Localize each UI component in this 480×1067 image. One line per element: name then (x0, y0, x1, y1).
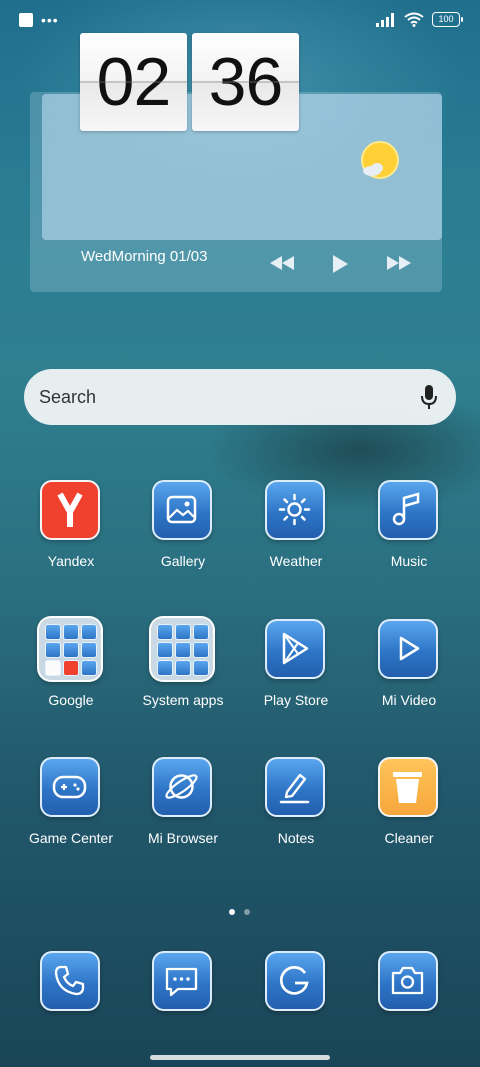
app-label-system-apps: System apps (142, 692, 224, 708)
folder-icon (37, 616, 103, 682)
phone-icon (40, 951, 100, 1011)
battery-indicator: 100 (432, 12, 463, 27)
search-placeholder: Search (39, 387, 97, 407)
home-screen: ••• 100 02 36 WedMorning 01/03 Search Ya… (0, 0, 480, 1067)
app-label-gallery: Gallery (160, 553, 206, 569)
page-dot-active[interactable] (229, 909, 235, 915)
wifi-icon (404, 12, 424, 27)
app-label-game-center: Game Center (28, 830, 114, 846)
app-label-music: Music (390, 553, 428, 569)
more-notifications-icon: ••• (41, 12, 59, 28)
app-label-play-store: Play Store (263, 692, 329, 708)
date-text: WedMorning 01/03 (81, 248, 208, 265)
video-play-icon (378, 619, 438, 679)
yandex-icon (40, 480, 100, 540)
weather-sun-icon (265, 480, 325, 540)
browser-planet-icon (152, 757, 212, 817)
pencil-icon (265, 757, 325, 817)
clock-minute: 36 (192, 33, 299, 131)
clock-hour: 02 (80, 33, 187, 131)
folder-icon (149, 616, 215, 682)
trash-icon (378, 757, 438, 817)
music-note-icon (378, 480, 438, 540)
play-icon[interactable] (330, 254, 350, 274)
app-label-weather: Weather (269, 553, 323, 569)
play-store-icon (265, 619, 325, 679)
home-gesture-bar[interactable] (150, 1055, 330, 1060)
app-label-notes: Notes (277, 830, 315, 846)
app-label-google: Google (48, 692, 94, 708)
sun-cloud-icon[interactable] (359, 140, 399, 180)
search-bar[interactable]: Search (24, 369, 456, 425)
google-g-icon (265, 951, 325, 1011)
app-label-mi-video: Mi Video (381, 692, 437, 708)
notification-icon (19, 13, 33, 27)
app-label-cleaner: Cleaner (384, 830, 434, 846)
camera-icon (378, 951, 438, 1011)
previous-icon[interactable] (268, 254, 296, 272)
gallery-icon (152, 480, 212, 540)
app-label-mi-browser: Mi Browser (147, 830, 218, 846)
gamepad-icon (40, 757, 100, 817)
microphone-icon[interactable] (420, 384, 438, 410)
page-dot[interactable] (244, 909, 250, 915)
signal-icon (376, 12, 394, 27)
messages-icon (152, 951, 212, 1011)
app-label-yandex: Yandex (47, 553, 95, 569)
next-icon[interactable] (385, 254, 413, 272)
